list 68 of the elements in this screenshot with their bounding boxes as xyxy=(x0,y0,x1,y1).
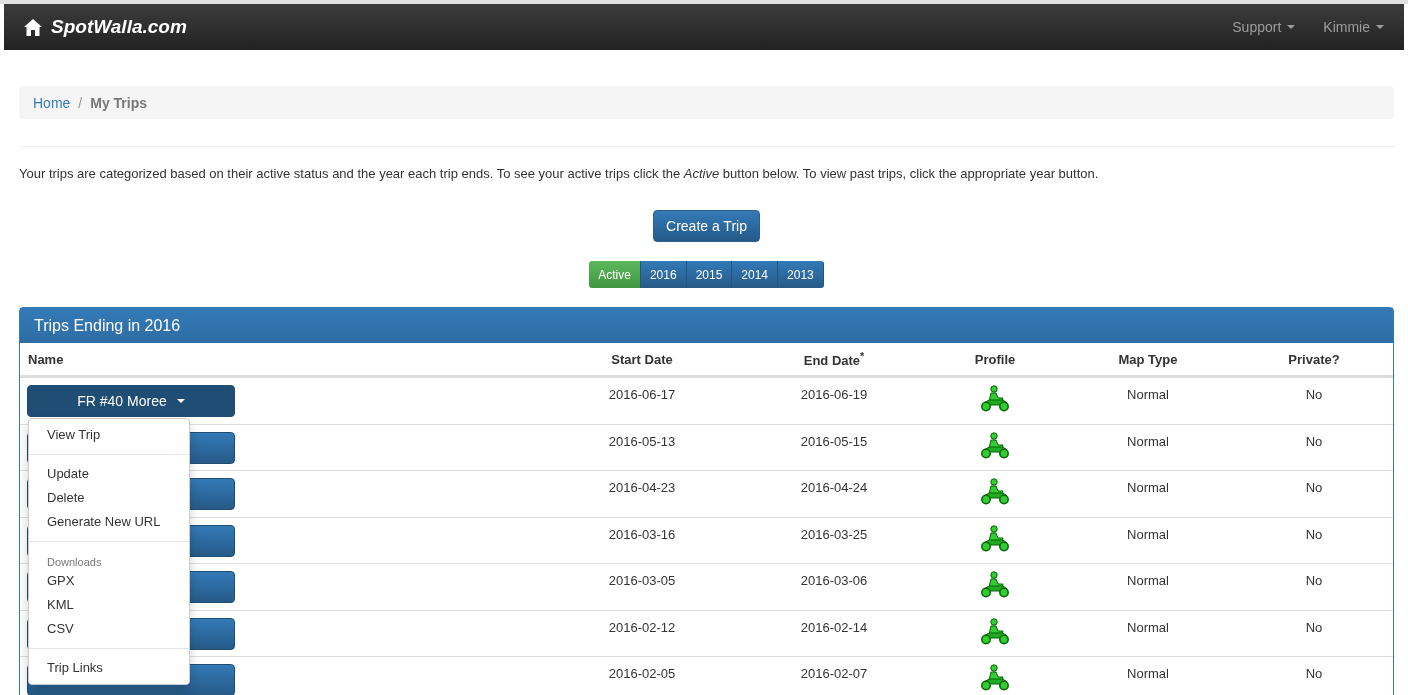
table-cell-text: 2016-04-23 xyxy=(607,479,677,495)
table-cell-text: Normal xyxy=(1126,618,1170,635)
menu-item[interactable]: Update xyxy=(29,462,189,486)
table-cell-text: Normal xyxy=(1126,572,1170,588)
menu-item[interactable]: Delete xyxy=(29,486,189,510)
motorcycle-rider-icon xyxy=(980,524,1010,552)
table-cell-text: Normal xyxy=(1126,432,1170,449)
table-cell-text: 2016-06-19 xyxy=(799,386,869,402)
table-cell-text: Normal xyxy=(1126,479,1170,495)
motorcycle-rider-icon xyxy=(980,664,1010,691)
table-cell-text: 2016-02-05 xyxy=(607,665,677,681)
menu-item[interactable]: Generate New URL xyxy=(29,510,189,534)
menu-item[interactable]: GPX xyxy=(29,569,189,593)
menu-item[interactable]: View Trip xyxy=(29,423,189,447)
year-filter-button[interactable]: 2015 xyxy=(686,261,733,288)
motorcycle-rider-icon xyxy=(980,431,1010,459)
year-filter-button[interactable]: 2014 xyxy=(732,261,779,288)
intro-text: Your trips are categorized based on their active status and the year each trip ends. To see your active trips click the Active button below. To view past trips, click the appropriate year button. xyxy=(19,166,1100,181)
table-cell-text: 2016-06-17 xyxy=(607,386,677,402)
motorcycle-rider-icon xyxy=(980,385,1010,412)
table-cell-text: Normal xyxy=(1126,665,1170,681)
menu-item[interactable]: CSV xyxy=(29,617,189,641)
table-cell-text: No xyxy=(1304,386,1324,402)
table-cell-text: No xyxy=(1304,572,1324,588)
caret-icon xyxy=(1376,25,1384,29)
home-icon[interactable] xyxy=(24,18,42,36)
menu-item[interactable]: Trip Links xyxy=(29,656,189,680)
create-trip-button[interactable]: Create a Trip xyxy=(653,210,760,242)
motorcycle-rider-icon xyxy=(980,478,1010,505)
column-header: End Date$^{*}$ xyxy=(802,349,866,369)
table-cell-text: 2016-05-15 xyxy=(799,432,869,449)
table-cell-text: 2016-04-24 xyxy=(799,479,869,495)
site-logo[interactable]: SpotWalla.com xyxy=(51,16,187,38)
column-header: Start Date xyxy=(610,351,674,367)
table-cell-text: 2016-03-06 xyxy=(799,572,869,588)
menu-header: Downloads xyxy=(46,555,103,569)
year-filter-button[interactable]: 2013 xyxy=(778,261,824,288)
column-header: Map Type xyxy=(1117,351,1179,367)
caret-icon xyxy=(1287,25,1296,29)
breadcrumb-current: My Trips xyxy=(90,94,148,111)
table-cell-text: No xyxy=(1304,618,1324,635)
table-cell-text: 2016-03-25 xyxy=(799,525,869,542)
trip-dropdown-button[interactable]: FR #40 Moree xyxy=(27,385,235,417)
table-cell-text: 2016-05-13 xyxy=(607,432,677,449)
motorcycle-rider-icon xyxy=(980,571,1010,598)
table-cell-text: 2016-02-07 xyxy=(799,665,869,681)
table-cell-text: 2016-02-14 xyxy=(799,618,869,635)
motorcycle-rider-icon xyxy=(980,617,1010,645)
table-cell-text: No xyxy=(1304,432,1324,449)
table-cell-text: No xyxy=(1304,479,1324,495)
breadcrumb-link[interactable]: Home xyxy=(33,94,71,111)
table-cell-text: No xyxy=(1304,665,1324,681)
table-cell-text: 2016-03-05 xyxy=(607,572,677,588)
column-header: Name xyxy=(27,351,65,367)
table-cell-text: No xyxy=(1304,525,1324,542)
table-cell-text: Normal xyxy=(1126,386,1170,402)
column-header: Private? xyxy=(1287,351,1341,367)
table-cell-text: 2016-03-16 xyxy=(607,525,677,542)
caret-icon xyxy=(176,399,185,403)
column-header: Profile xyxy=(973,351,1017,367)
panel-title: Trips Ending in 2016 xyxy=(20,308,1393,343)
table-cell-text: 2016-02-12 xyxy=(607,618,677,635)
table-cell-text: Normal xyxy=(1126,525,1170,542)
year-filter-button[interactable]: 2016 xyxy=(640,261,687,288)
nav-menu[interactable]: Kimmie xyxy=(1323,19,1384,35)
breadcrumb-separator: / xyxy=(78,94,83,111)
menu-item[interactable]: KML xyxy=(29,593,189,617)
nav-menu[interactable]: Support xyxy=(1232,19,1296,35)
